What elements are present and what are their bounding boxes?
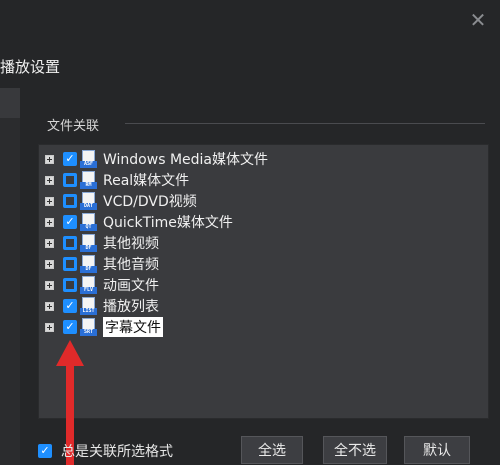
check-icon: ✓ [65, 152, 75, 165]
file-type-icon-tag: RM [80, 182, 97, 189]
file-type-checkbox[interactable] [63, 173, 77, 187]
file-type-icon-tag: QT [80, 224, 97, 231]
expand-icon[interactable] [45, 259, 54, 269]
file-type-icon-tag: DF [80, 245, 97, 252]
file-type-checkbox[interactable] [63, 257, 77, 271]
file-type-row[interactable]: FLV 动画文件 [45, 275, 159, 295]
always-associate-label: 总是关联所选格式 [61, 444, 173, 460]
page-title: 播放设置 [0, 58, 61, 76]
always-associate-option[interactable]: ✓ 总是关联所选格式 [38, 441, 173, 461]
check-icon: ✓ [65, 215, 75, 228]
file-type-icon: SRT [80, 318, 97, 336]
file-type-icon-tag: FLV [80, 287, 97, 294]
file-type-label[interactable]: 其他音频 [103, 254, 159, 274]
file-type-icon-tag: LIST [80, 308, 97, 315]
file-type-icon: DF [80, 234, 97, 252]
file-type-label[interactable]: 字幕文件 [103, 317, 163, 337]
expand-icon[interactable] [45, 322, 54, 332]
file-type-row[interactable]: RM Real媒体文件 [45, 170, 189, 190]
file-type-icon: ASF [80, 150, 97, 168]
expand-icon[interactable] [45, 217, 54, 227]
file-type-label[interactable]: Windows Media媒体文件 [103, 149, 268, 169]
file-type-icon-tag: DAT [80, 203, 97, 210]
default-button[interactable]: 默认 [404, 436, 470, 464]
expand-icon[interactable] [45, 196, 54, 206]
file-type-checkbox[interactable] [63, 278, 77, 292]
file-type-checkbox[interactable]: ✓ [63, 215, 77, 229]
expand-icon[interactable] [45, 238, 54, 248]
file-type-checkbox[interactable]: ✓ [63, 299, 77, 313]
file-type-icon-tag: SRT [80, 329, 97, 336]
sidebar-selected-item[interactable] [0, 88, 20, 118]
file-type-icon: RM [80, 171, 97, 189]
expand-icon[interactable] [45, 175, 54, 185]
file-type-tree: ✓ ASF Windows Media媒体文件 RM Real媒体文件 DAT VCD/DV… [38, 144, 489, 419]
file-type-icon-tag: ASF [80, 161, 97, 168]
file-type-icon: DF [80, 255, 97, 273]
file-type-checkbox[interactable] [63, 194, 77, 208]
file-type-label[interactable]: 其他视频 [103, 233, 159, 253]
file-type-checkbox[interactable]: ✓ [63, 320, 77, 334]
expand-icon[interactable] [45, 280, 54, 290]
file-type-label[interactable]: 播放列表 [103, 296, 159, 316]
always-associate-checkbox[interactable]: ✓ [38, 444, 52, 458]
file-type-row[interactable]: ✓ QT QuickTime媒体文件 [45, 212, 233, 232]
file-type-label[interactable]: 动画文件 [103, 275, 159, 295]
file-type-row[interactable]: ✓ LIST 播放列表 [45, 296, 159, 316]
file-type-checkbox[interactable]: ✓ [63, 152, 77, 166]
file-type-icon: QT [80, 213, 97, 231]
file-type-checkbox[interactable] [63, 236, 77, 250]
file-type-label[interactable]: QuickTime媒体文件 [103, 212, 233, 232]
file-type-row[interactable]: DF 其他视频 [45, 233, 159, 253]
expand-icon[interactable] [45, 154, 54, 164]
file-type-icon: DAT [80, 192, 97, 210]
file-type-row[interactable]: ✓ ASF Windows Media媒体文件 [45, 149, 268, 169]
file-type-row[interactable]: ✓ SRT 字幕文件 [45, 317, 163, 337]
file-type-icon: LIST [80, 297, 97, 315]
file-type-label[interactable]: Real媒体文件 [103, 170, 189, 190]
file-type-icon-tag: DF [80, 266, 97, 273]
file-type-label[interactable]: VCD/DVD视频 [103, 191, 197, 211]
sidebar-panel [0, 118, 20, 465]
expand-icon[interactable] [45, 301, 54, 311]
check-icon: ✓ [65, 299, 75, 312]
select-none-button[interactable]: 全不选 [323, 436, 387, 464]
section-divider [125, 123, 485, 124]
select-all-button[interactable]: 全选 [241, 436, 303, 464]
close-icon[interactable]: ✕ [466, 8, 490, 32]
check-icon: ✓ [65, 320, 75, 333]
file-type-row[interactable]: DAT VCD/DVD视频 [45, 191, 197, 211]
file-type-row[interactable]: DF 其他音频 [45, 254, 159, 274]
file-type-icon: FLV [80, 276, 97, 294]
section-title: 文件关联 [47, 119, 100, 134]
